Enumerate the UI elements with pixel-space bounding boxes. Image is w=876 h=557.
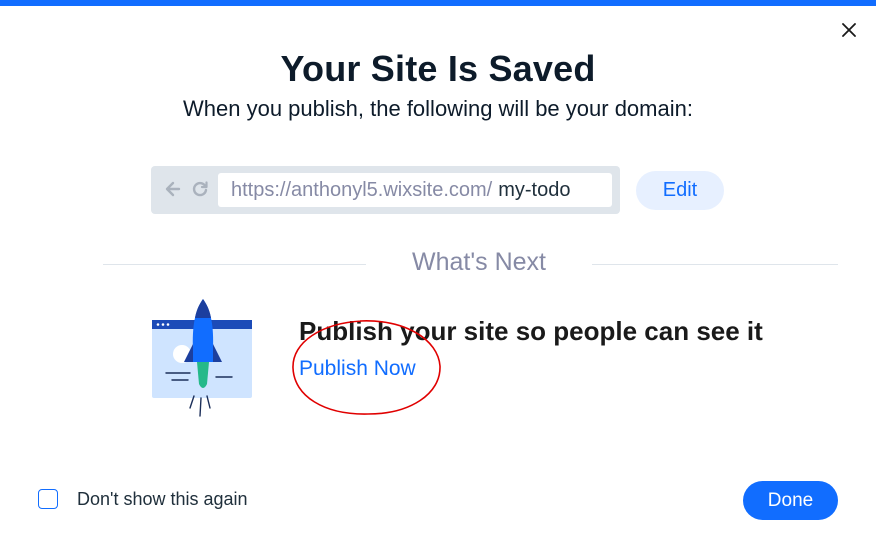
refresh-icon bbox=[192, 181, 208, 197]
done-button[interactable]: Done bbox=[743, 481, 838, 520]
close-icon bbox=[842, 23, 856, 37]
edit-domain-button[interactable]: Edit bbox=[636, 171, 724, 210]
whats-next-heading: What's Next bbox=[412, 248, 546, 276]
domain-slug: my-todo bbox=[498, 178, 571, 201]
divider-right bbox=[592, 264, 838, 265]
domain-preview-bar: https://anthonyl5.wixsite.com/ my-todo bbox=[151, 166, 620, 214]
top-accent-bar bbox=[0, 0, 876, 6]
publish-headline: Publish your site so people can see it bbox=[299, 316, 763, 346]
rocket-illustration bbox=[152, 299, 252, 417]
browser-nav bbox=[165, 180, 209, 198]
divider-left bbox=[103, 264, 366, 265]
publish-now-link[interactable]: Publish Now bbox=[299, 357, 416, 381]
close-button[interactable] bbox=[837, 18, 861, 42]
domain-url-field: https://anthonyl5.wixsite.com/ my-todo bbox=[218, 173, 612, 207]
dialog-subtitle: When you publish, the following will be … bbox=[183, 96, 693, 121]
domain-base-url: https://anthonyl5.wixsite.com/ bbox=[231, 178, 493, 201]
dialog-title: Your Site Is Saved bbox=[280, 48, 596, 89]
dont-show-again-checkbox[interactable] bbox=[38, 489, 58, 509]
dont-show-again-label[interactable]: Don't show this again bbox=[77, 489, 248, 510]
arrow-left-icon bbox=[165, 181, 181, 197]
